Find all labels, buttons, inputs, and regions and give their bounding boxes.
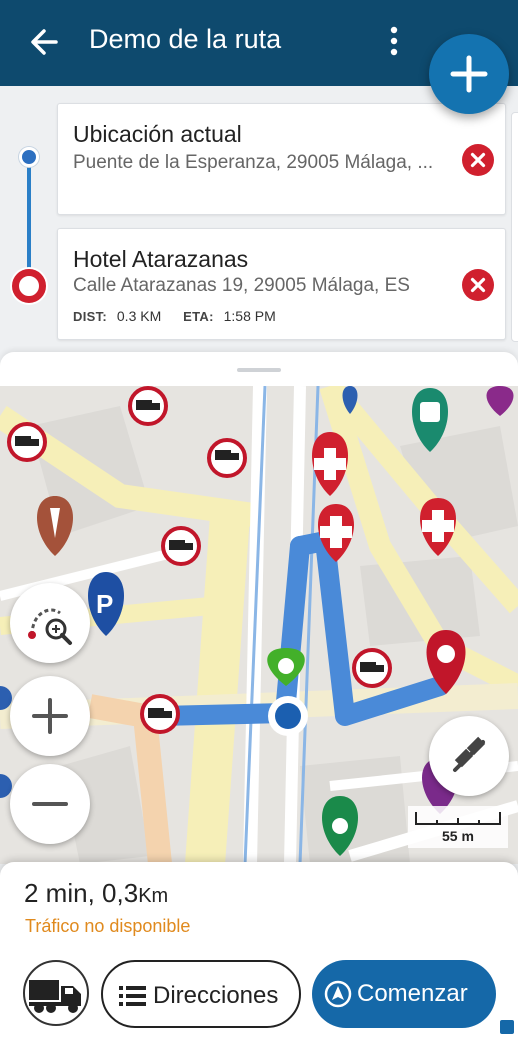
sheet-handle-area[interactable] xyxy=(0,352,518,386)
route-time: 2 min, xyxy=(24,878,95,908)
distance-unit: Km xyxy=(138,885,169,907)
directions-button[interactable]: Direcciones xyxy=(101,960,301,1028)
directions-label: Direcciones xyxy=(153,982,279,1009)
origin-address: Puente de la Esperanza, 29005 Málaga, ..… xyxy=(73,152,434,173)
zoom-in-button[interactable] xyxy=(10,676,90,756)
route-timeline xyxy=(27,156,31,274)
origin-name: Ubicación actual xyxy=(73,121,242,147)
remove-destination-button[interactable] xyxy=(462,269,494,301)
list-icon xyxy=(119,986,146,1006)
scale-label: 55 m xyxy=(442,828,474,844)
plus-icon xyxy=(450,55,488,93)
dist-label: DIST: xyxy=(73,309,107,324)
scale-bar-icon xyxy=(415,812,501,825)
plus-icon xyxy=(32,698,68,734)
destination-address: Calle Atarazanas 19, 29005 Málaga, ES xyxy=(73,275,410,296)
gps-button[interactable] xyxy=(429,716,509,796)
page-title: Demo de la ruta xyxy=(89,24,282,54)
side-card-edge xyxy=(511,112,518,342)
traffic-status: Tráfico no disponible xyxy=(25,916,191,936)
route-summary: 2 min, 0,3Km xyxy=(24,878,168,909)
vehicle-profile-button[interactable] xyxy=(23,960,89,1026)
navigation-icon xyxy=(324,980,352,1008)
minus-icon xyxy=(32,802,68,806)
svg-text:P: P xyxy=(96,589,113,619)
remove-origin-button[interactable] xyxy=(462,144,494,176)
close-circle-icon xyxy=(470,152,486,168)
route-meta: DIST: 0.3 KM ETA: 1:58 PM xyxy=(73,308,294,324)
zoom-out-button[interactable] xyxy=(10,764,90,844)
route-panel: Ubicación actual Puente de la Esperanza,… xyxy=(0,86,518,354)
close-circle-icon xyxy=(470,277,486,293)
drag-handle[interactable] xyxy=(237,368,281,372)
start-label: Comenzar xyxy=(357,980,468,1007)
route-overview-button[interactable] xyxy=(10,583,90,663)
destination-marker xyxy=(12,269,46,303)
truck-icon xyxy=(29,980,81,1013)
route-zoom-icon xyxy=(28,608,72,645)
route-distance: 0,3 xyxy=(102,878,139,908)
route-summary-sheet: 2 min, 0,3Km Tráfico no disponible Direc… xyxy=(0,862,518,1045)
dist-value: 0.3 KM xyxy=(116,308,162,324)
map-scale: 55 m xyxy=(408,806,508,848)
arrow-back-icon[interactable] xyxy=(22,22,66,62)
map-view[interactable]: P 55 m xyxy=(0,386,518,864)
destination-name: Hotel Atarazanas xyxy=(73,246,249,272)
origin-card[interactable]: Ubicación actual Puente de la Esperanza,… xyxy=(57,103,506,215)
eta-value: 1:58 PM xyxy=(223,308,276,324)
bag-icon xyxy=(500,1020,514,1034)
satellite-icon xyxy=(453,736,486,772)
start-navigation-button[interactable]: Comenzar xyxy=(312,960,496,1028)
add-waypoint-button[interactable] xyxy=(429,34,509,114)
destination-card[interactable]: Hotel Atarazanas Calle Atarazanas 19, 29… xyxy=(57,228,506,340)
origin-marker xyxy=(19,147,39,167)
eta-label: ETA: xyxy=(183,309,214,324)
more-vert-icon[interactable] xyxy=(380,22,408,62)
